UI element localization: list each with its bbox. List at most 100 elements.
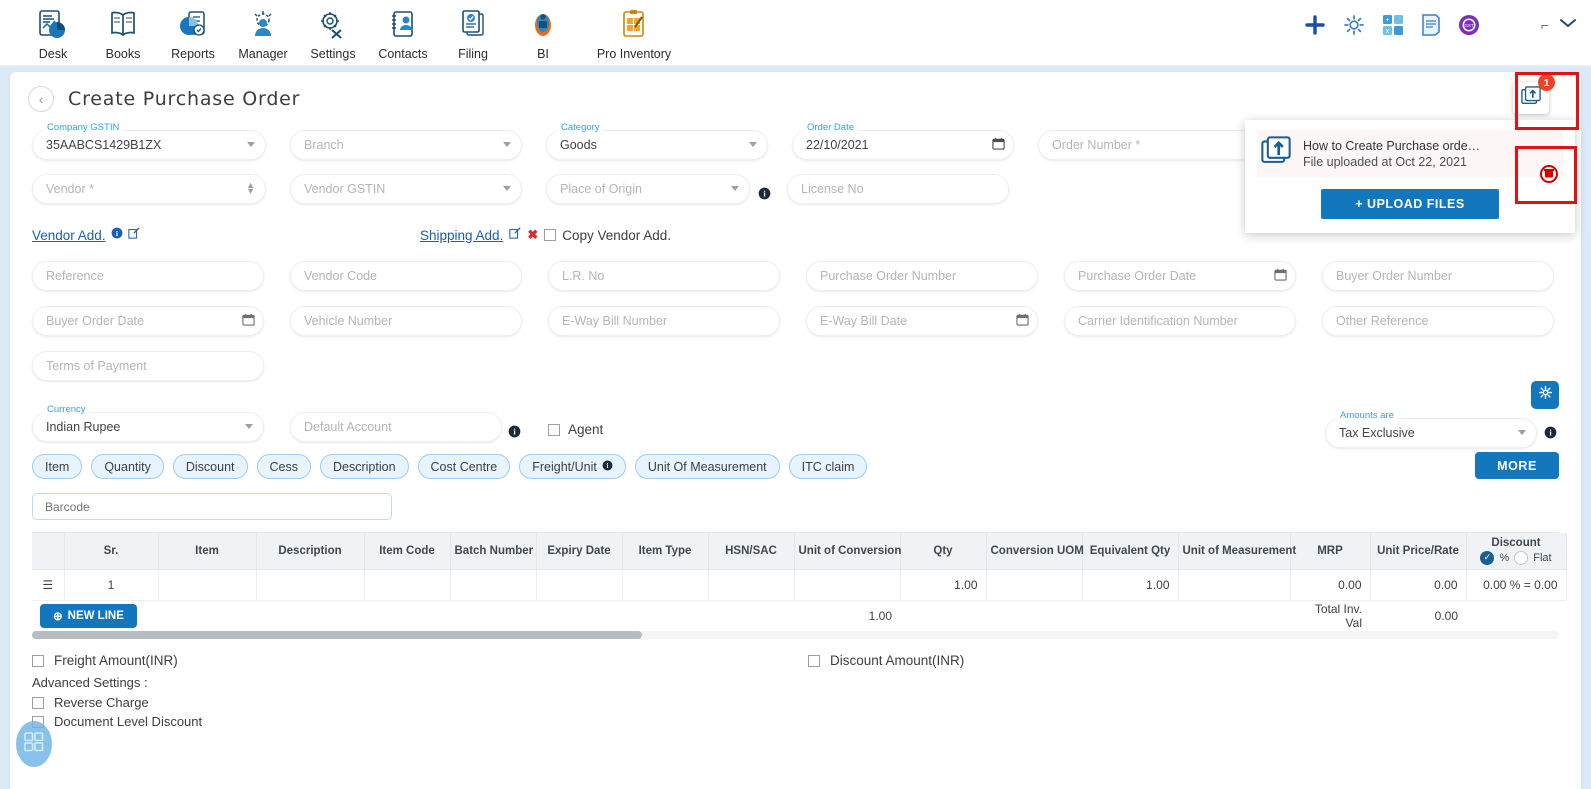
discount-percent-radio[interactable]: ✓: [1480, 550, 1495, 565]
field-vendor[interactable]: ▲▼: [32, 174, 266, 204]
app-item-books[interactable]: Books: [88, 4, 158, 61]
app-item-bi[interactable]: BI: [508, 4, 578, 61]
chip-freight-unit[interactable]: Freight/Unit i: [519, 454, 626, 479]
info-icon[interactable]: i: [1544, 426, 1557, 439]
col-item[interactable]: Item: [158, 533, 257, 570]
col-description[interactable]: Description: [256, 533, 365, 570]
discount-flat-radio[interactable]: [1514, 550, 1529, 565]
field-order-date[interactable]: Order Date: [792, 122, 1014, 160]
reference-input[interactable]: [32, 261, 264, 291]
field-reference[interactable]: [32, 261, 264, 291]
cell-item[interactable]: [158, 569, 257, 601]
cell-unit-price-rate[interactable]: 0.00: [1370, 569, 1467, 601]
eway-bill-number-input[interactable]: [548, 306, 780, 336]
info-icon[interactable]: i: [111, 226, 123, 244]
category-input[interactable]: [546, 130, 768, 160]
field-currency[interactable]: Currency: [32, 404, 264, 442]
vehicle-number-input[interactable]: [290, 306, 522, 336]
cell-unit-of-measurement[interactable]: [1178, 569, 1291, 601]
chip-unit-of-measurement[interactable]: Unit Of Measurement: [634, 454, 780, 479]
clear-x-icon[interactable]: ✖: [527, 227, 538, 243]
copy-vendor-address-checkbox[interactable]: [544, 229, 557, 241]
settings-fab-button[interactable]: [1531, 381, 1559, 409]
notification-item[interactable]: How to Create Purchase orde… File upload…: [1257, 130, 1563, 177]
agent-checkbox[interactable]: [548, 423, 560, 436]
delete-icon[interactable]: [1539, 164, 1559, 189]
cell-item-code[interactable]: [364, 569, 451, 601]
field-default-account[interactable]: [290, 412, 502, 442]
cell-description[interactable]: [256, 569, 365, 601]
info-icon[interactable]: i: [508, 412, 521, 442]
col-unit-price-rate[interactable]: Unit Price/Rate: [1370, 533, 1467, 570]
field-vendor-gstin[interactable]: [290, 174, 522, 204]
default-account-input[interactable]: [290, 412, 502, 442]
col-mrp[interactable]: MRP: [1290, 533, 1371, 570]
purchase-order-number-input[interactable]: [806, 261, 1038, 291]
table-row[interactable]: ☰ 1 1.00 1.00 0.00 0.00 0.00 % = 0.00: [32, 569, 1567, 601]
purchase-order-date-input[interactable]: [1064, 261, 1296, 291]
add-icon[interactable]: [1304, 14, 1326, 36]
col-sr[interactable]: Sr.: [64, 533, 159, 570]
chip-cess[interactable]: Cess: [256, 454, 311, 479]
scrollbar-thumb[interactable]: [32, 631, 642, 639]
col-conversion-uom[interactable]: Conversion UOM: [986, 533, 1084, 570]
freight-amount-checkbox[interactable]: [32, 654, 44, 667]
app-item-reports[interactable]: Reports: [158, 4, 228, 61]
buyer-order-number-input[interactable]: [1322, 261, 1554, 291]
cell-expiry-date[interactable]: [536, 569, 623, 601]
col-equivalent-qty[interactable]: Equivalent Qty: [1082, 533, 1179, 570]
new-line-button[interactable]: ⊕ NEW LINE: [40, 603, 137, 628]
field-place-of-origin[interactable]: [546, 174, 750, 204]
field-company-gstin[interactable]: Company GSTIN: [32, 122, 266, 160]
chip-discount[interactable]: Discount: [172, 454, 248, 479]
field-branch[interactable]: [290, 130, 522, 160]
chip-quantity[interactable]: Quantity: [91, 454, 164, 479]
field-terms-of-payment[interactable]: [32, 351, 264, 381]
table-horizontal-scrollbar[interactable]: [32, 631, 1559, 639]
field-buyer-order-number[interactable]: [1322, 261, 1554, 291]
col-item-type[interactable]: Item Type: [622, 533, 709, 570]
eway-bill-date-input[interactable]: [806, 306, 1038, 336]
field-amounts-are[interactable]: Amounts are: [1325, 410, 1537, 448]
app-item-desk[interactable]: Desk: [18, 4, 88, 61]
chip-description[interactable]: Description: [320, 454, 409, 479]
app-item-pro-inventory[interactable]: Pro Inventory: [578, 4, 690, 61]
company-gstin-input[interactable]: [32, 130, 266, 160]
order-date-input[interactable]: [792, 130, 1014, 160]
lr-no-input[interactable]: [548, 261, 780, 291]
info-icon[interactable]: i: [758, 174, 771, 204]
branch-input[interactable]: [290, 130, 522, 160]
currency-input[interactable]: [32, 412, 264, 442]
field-category[interactable]: Category: [546, 122, 768, 160]
col-qty[interactable]: Qty: [900, 533, 987, 570]
field-order-number[interactable]: [1038, 130, 1260, 160]
cell-discount[interactable]: 0.00 % = 0.00: [1466, 569, 1567, 601]
app-item-filing[interactable]: Filing: [438, 4, 508, 61]
floating-apps-widget[interactable]: [16, 721, 52, 767]
reverse-charge-checkbox[interactable]: [32, 696, 44, 709]
cell-batch-number[interactable]: [450, 569, 537, 601]
field-license-no[interactable]: [787, 174, 1009, 204]
field-purchase-order-number[interactable]: [806, 261, 1038, 291]
cell-conversion-uom[interactable]: [986, 569, 1083, 601]
app-item-contacts[interactable]: Contacts: [368, 4, 438, 61]
col-hsn-sac[interactable]: HSN/SAC: [708, 533, 795, 570]
notes-icon[interactable]: [1421, 14, 1441, 36]
field-vehicle-number[interactable]: [290, 306, 522, 336]
gstin-badge-icon[interactable]: GST: [1458, 14, 1480, 36]
field-eway-bill-number[interactable]: [548, 306, 780, 336]
col-discount[interactable]: Discount ✓ % Flat: [1466, 533, 1567, 570]
chip-cost-centre[interactable]: Cost Centre: [417, 454, 511, 479]
cell-mrp[interactable]: 0.00: [1290, 569, 1371, 601]
cell-equivalent-qty[interactable]: 1.00: [1082, 569, 1179, 601]
amounts-are-input[interactable]: [1325, 418, 1537, 448]
user-menu[interactable]: ⌐: [1541, 16, 1577, 35]
chevron-down-icon[interactable]: [1559, 16, 1577, 35]
field-other-reference[interactable]: [1322, 306, 1554, 336]
vendor-address-link[interactable]: Vendor Add.: [32, 228, 106, 243]
license-no-input[interactable]: [787, 174, 1009, 204]
edit-icon[interactable]: [509, 226, 521, 244]
shipping-address-link[interactable]: Shipping Add.: [420, 228, 503, 243]
col-unit-of-measurement[interactable]: Unit of Measurement: [1178, 533, 1296, 570]
field-buyer-order-date[interactable]: [32, 306, 264, 336]
